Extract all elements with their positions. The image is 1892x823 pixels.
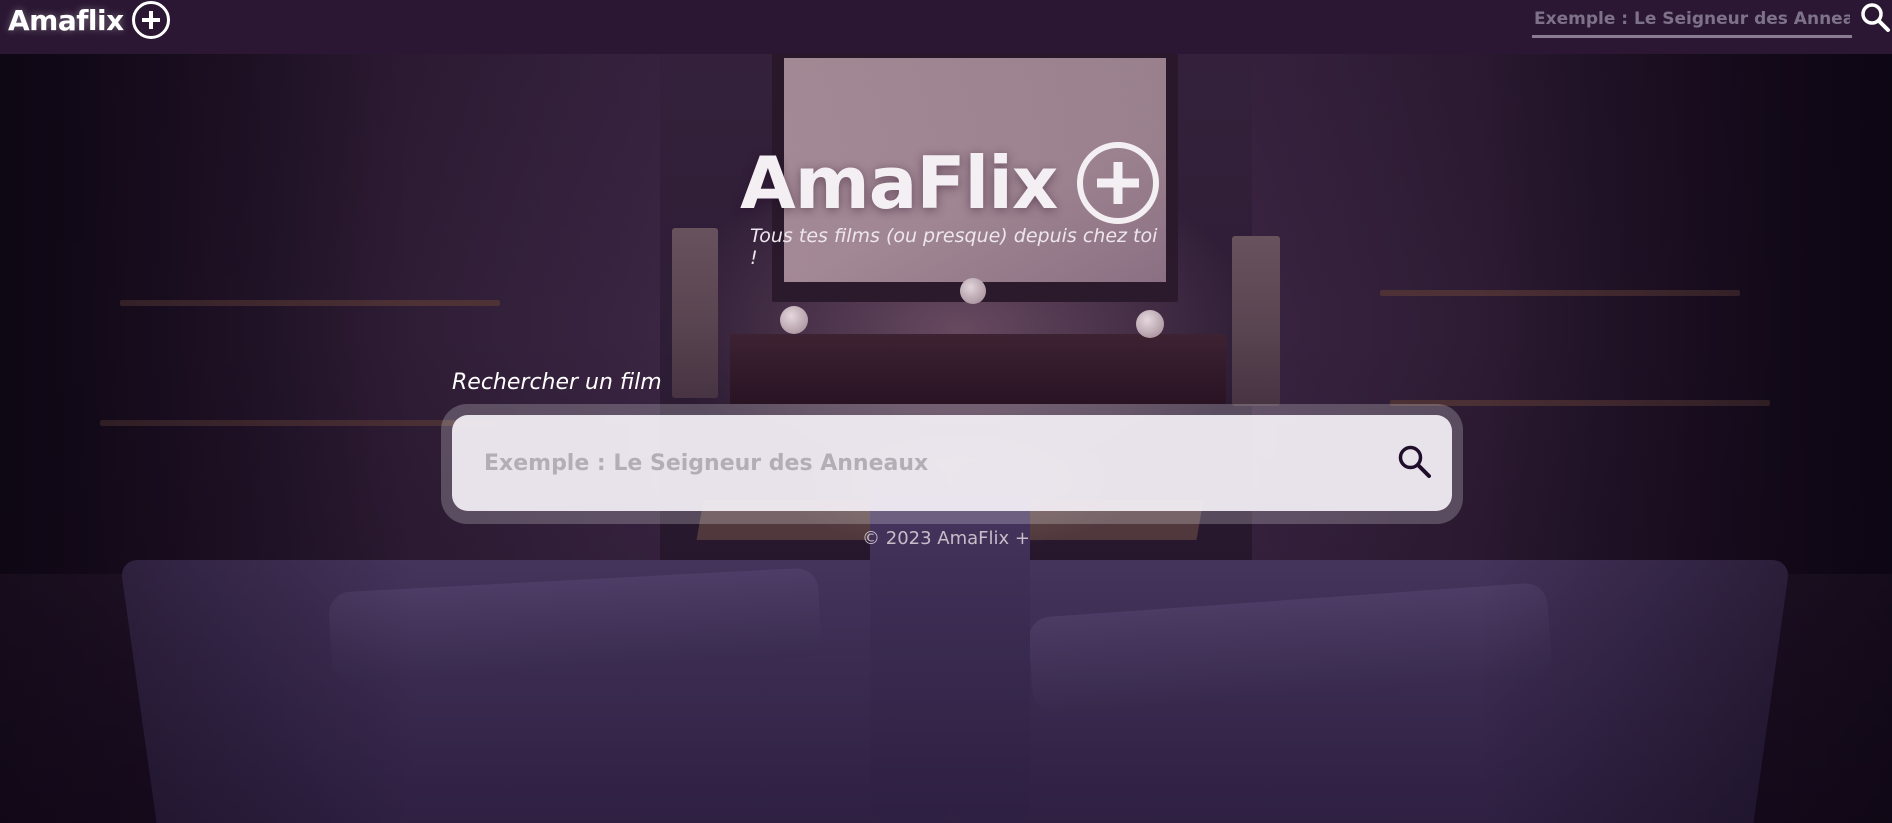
search-container: [441, 404, 1463, 524]
brand-name: Amaflix: [8, 3, 124, 37]
brand-logo-link[interactable]: Amaflix: [8, 0, 170, 40]
hero-title: AmaFlix: [740, 138, 1160, 228]
plus-circle-icon: [1077, 142, 1160, 224]
film-search-button[interactable]: [1392, 441, 1436, 485]
hero-title-text: AmaFlix: [740, 141, 1058, 225]
hero-tagline: Tous tes films (ou presque) depuis chez …: [750, 225, 1158, 269]
nav-search-button[interactable]: [1858, 0, 1892, 38]
footer-copyright: © 2023 AmaFlix +: [862, 528, 1030, 549]
search-label: Rechercher un film: [452, 370, 662, 395]
search-icon: [1859, 1, 1891, 37]
search-box: [452, 415, 1452, 511]
top-navbar: Amaflix: [0, 0, 1892, 54]
nav-search-input[interactable]: [1532, 2, 1852, 38]
search-icon: [1396, 443, 1432, 483]
plus-circle-icon: [131, 1, 170, 39]
film-search-input[interactable]: [452, 415, 1352, 511]
